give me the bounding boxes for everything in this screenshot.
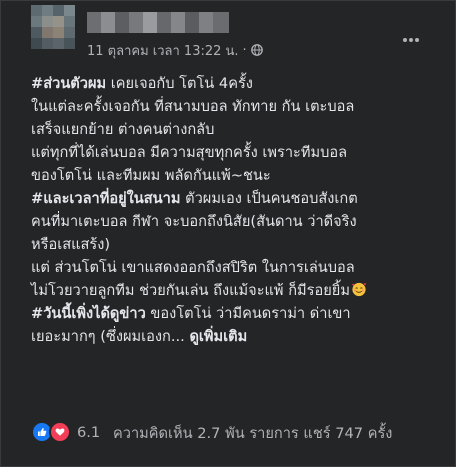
post-text: คนที่มาเตะบอล กีฬา จะบอกถึงนิสัย(สันดาน …: [31, 213, 357, 230]
post-timestamp[interactable]: 11 ตุลาคม เวลา 13:22 น.: [87, 40, 239, 61]
post-text-line: คนที่มาเตะบอล กีฬา จะบอกถึงนิสัย(สันดาน …: [31, 210, 451, 233]
hashtag[interactable]: #ส่วนตัวผม: [31, 75, 106, 92]
post-text: เสร็จแยกย้าย ต่างคนต่างกลับ: [31, 121, 215, 138]
post-footer: 6.1 ความคิดเห็น 2.7 พัน รายการ แชร์ 747 …: [1, 417, 455, 447]
comment-count[interactable]: ความคิดเห็น 2.7 พัน รายการ: [113, 425, 299, 442]
post-text: หรือเสแสร้ง): [31, 236, 111, 253]
post-text-line: #วันนี้เพิ่งได้ดูข่าว ของโตโน่ ว่ามีคนดร…: [31, 302, 451, 325]
post-text-line: หรือเสแสร้ง): [31, 233, 451, 256]
post-text: ในแต่ละครั้งเจอกัน ที่สนามบอล ทักทาย กัน…: [31, 98, 355, 115]
more-options-button[interactable]: [398, 32, 424, 48]
post-text-line: ในแต่ละครั้งเจอกัน ที่สนามบอล ทักทาย กัน…: [31, 95, 451, 118]
post-text: แต่ ส่วนโตโน่ เขาแสดงออกถึงสปิริต ในการเ…: [31, 259, 355, 276]
post-text: ของโตโน่ ว่ามีคนดราม่า ด่าเขา: [145, 305, 351, 322]
hashtag[interactable]: #วันนี้เพิ่งได้ดูข่าว: [31, 305, 146, 322]
avatar[interactable]: [31, 5, 75, 49]
more-horizontal-icon: [403, 38, 419, 42]
share-count[interactable]: แชร์ 747 ครั้ง: [303, 425, 392, 442]
post-text: เคยเจอกับ โตโน่ 4ครั้ง: [106, 75, 253, 92]
post-text: ตัวผมเอง เป็นคนชอบสังเกต: [180, 190, 358, 207]
post-text-line: เสร็จแยกย้าย ต่างคนต่างกลับ: [31, 118, 451, 141]
smiling-face-with-hearts-emoji: [352, 282, 367, 297]
post-body: #ส่วนตัวผม เคยเจอกับ โตโน่ 4ครั้งในแต่ละ…: [31, 72, 451, 348]
post-text: ของโตโน่ และทีมผม พลัดกันแพ้~ชนะ: [31, 167, 271, 184]
author-name-redacted[interactable]: [87, 12, 229, 33]
hashtag[interactable]: #และเวลาที่อยู่ในสนาม: [31, 190, 180, 207]
post-text: ไม่โวยวายลูกทีม ช่วยกันเล่น ถึงแม้จะแพ้ …: [31, 282, 350, 299]
post-meta: 11 ตุลาคม เวลา 13:22 น. ·: [87, 41, 263, 59]
reaction-summary[interactable]: 6.1: [31, 421, 100, 443]
post-text-line: #ส่วนตัวผม เคยเจอกับ โตโน่ 4ครั้ง: [31, 72, 451, 95]
post-text-line: #และเวลาที่อยู่ในสนาม ตัวผมเอง เป็นคนชอบ…: [31, 187, 451, 210]
post-text: เยอะมากๆ (ซึ่งผมเองก...: [31, 328, 190, 345]
post-card: 11 ตุลาคม เวลา 13:22 น. · #ส่วนตัวผม เคย…: [0, 0, 456, 467]
engagement-counts: ความคิดเห็น 2.7 พัน รายการ แชร์ 747 ครั้…: [113, 422, 392, 445]
see-more-link[interactable]: ดูเพิ่มเติม: [189, 328, 247, 345]
reaction-count: 6.1: [77, 423, 101, 441]
love-icon: [49, 421, 71, 443]
post-text-line: เยอะมากๆ (ซึ่งผมเองก... ดูเพิ่มเติม: [31, 325, 451, 348]
post-text-line: ของโตโน่ และทีมผม พลัดกันแพ้~ชนะ: [31, 164, 451, 187]
meta-separator: ·: [242, 42, 247, 58]
post-text-line: แต่ทุกที่ได้เล่นบอล มีความสุขทุกครั้ง เพ…: [31, 141, 451, 164]
post-header: 11 ตุลาคม เวลา 13:22 น. ·: [1, 1, 455, 71]
post-text-line: แต่ ส่วนโตโน่ เขาแสดงออกถึงสปิริต ในการเ…: [31, 256, 451, 279]
post-text: แต่ทุกที่ได้เล่นบอล มีความสุขทุกครั้ง เพ…: [31, 144, 348, 161]
post-text-line: ไม่โวยวายลูกทีม ช่วยกันเล่น ถึงแม้จะแพ้ …: [31, 279, 451, 302]
globe-icon[interactable]: [250, 44, 263, 56]
